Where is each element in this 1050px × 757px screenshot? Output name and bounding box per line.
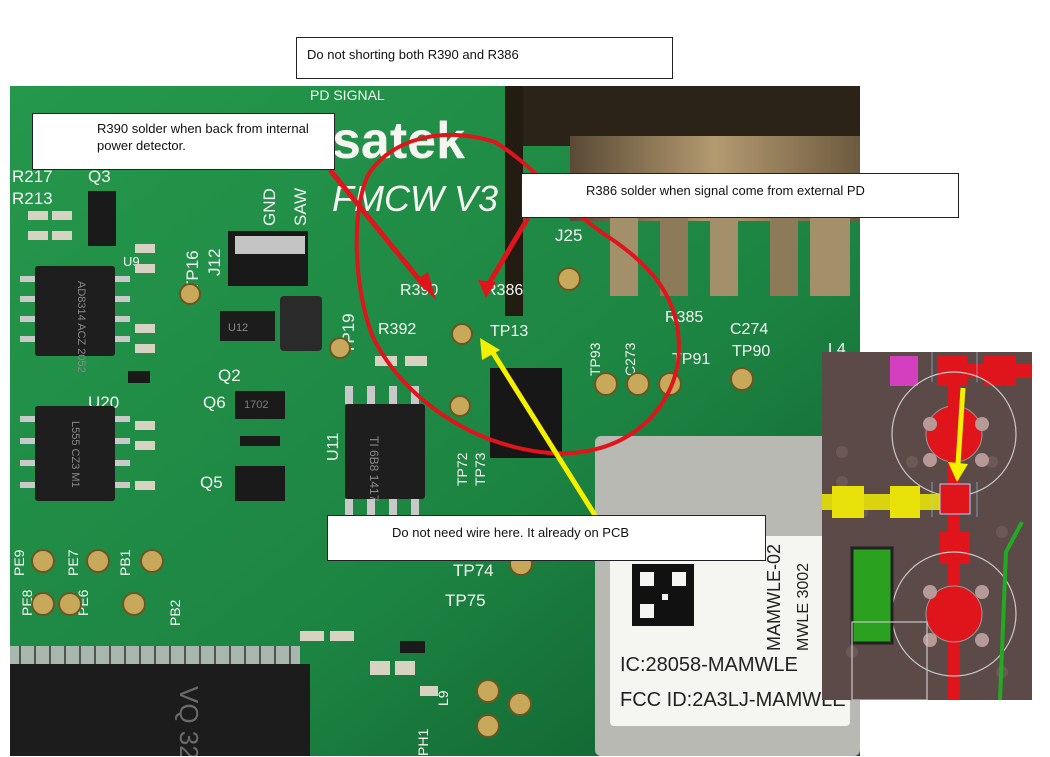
green-pad xyxy=(850,546,894,645)
callout-r390: R390 solder when back from internal powe… xyxy=(32,113,335,170)
silk-tp93: TP93 xyxy=(587,342,603,376)
brand-label: satek xyxy=(332,112,465,170)
silk-ph1: PH1 xyxy=(415,729,431,756)
svg-text:TI 6B8 1417: TI 6B8 1417 xyxy=(367,436,381,502)
ic-q6-transistor: 1702 xyxy=(235,391,285,419)
silk-pe7: PE7 xyxy=(65,549,81,576)
silk-r386: R386 xyxy=(485,282,523,299)
silk-pb1: PB1 xyxy=(117,549,133,576)
silk-tp91: TP91 xyxy=(672,351,710,368)
silk-r213: R213 xyxy=(12,189,53,208)
silk-r385: R385 xyxy=(665,309,703,326)
silk-pd-signal: PD SIGNAL xyxy=(310,87,385,103)
silk-gnd: GND xyxy=(260,188,279,226)
callout-wire-text: Do not need wire here. It already on PCB xyxy=(392,525,630,540)
callout-r390-text: R390 solder when back from internal powe… xyxy=(97,121,309,153)
ic-l555: L555 CZ3 M1 xyxy=(20,406,130,501)
module-fcc-id: FCC ID:2A3LJ-MAMWLE xyxy=(620,689,846,711)
silk-saw: SAW xyxy=(291,188,310,226)
silk-q2: Q2 xyxy=(218,366,241,385)
silk-r392: R392 xyxy=(378,321,416,338)
silk-q6: Q6 xyxy=(203,393,226,412)
model-label: FMCW V3 xyxy=(332,178,498,219)
magenta-pad xyxy=(890,356,918,386)
silk-j12: J12 xyxy=(205,249,224,276)
header-block xyxy=(490,368,562,458)
ic-u11: TI 6B8 1417 xyxy=(345,386,425,517)
svg-text:1702: 1702 xyxy=(244,399,268,411)
silk-tp74: TP74 xyxy=(453,561,494,580)
callout-r386-text: R386 solder when signal come from extern… xyxy=(586,183,865,198)
silk-pb2: PB2 xyxy=(167,599,183,626)
mcu-chip: VQ 327 xyxy=(10,646,310,756)
svg-text:AD8314 ACZ 2052: AD8314 ACZ 2052 xyxy=(75,281,87,373)
svg-text:MWLE 3002: MWLE 3002 xyxy=(795,563,812,651)
pcb-layout-inset xyxy=(822,352,1032,700)
silk-q5: Q5 xyxy=(200,473,223,492)
silk-tp75: TP75 xyxy=(445,591,486,610)
callout-do-not-short: Do not shorting both R390 and R386 xyxy=(296,37,673,79)
svg-text:U12: U12 xyxy=(228,322,248,334)
svg-text:VQ 327: VQ 327 xyxy=(174,686,204,756)
silk-j25: J25 xyxy=(555,226,582,245)
callout-wire: Do not need wire here. It already on PCB xyxy=(327,515,766,561)
silk-tp13: TP13 xyxy=(490,323,528,340)
silk-tp73: TP73 xyxy=(472,452,488,486)
ic-q3-transistor xyxy=(88,191,116,246)
silk-c273: C273 xyxy=(622,342,638,376)
callout-r386: R386 solder when signal come from extern… xyxy=(521,173,959,218)
callout-do-not-short-text: Do not shorting both R390 and R386 xyxy=(307,47,519,62)
ic-q5-transistor xyxy=(235,466,285,501)
silk-tp72: TP72 xyxy=(454,452,470,486)
silk-tp90: TP90 xyxy=(732,343,770,360)
svg-text:L555 CZ3 M1: L555 CZ3 M1 xyxy=(69,421,81,488)
module-ic-id: IC:28058-MAMWLE xyxy=(620,654,798,676)
silk-c274: C274 xyxy=(730,321,768,338)
svg-text:MAMWLE-02: MAMWLE-02 xyxy=(764,544,784,651)
ic-u12: U12 xyxy=(220,311,275,341)
wireless-module: MAMWLE-02 MWLE 3002 IC:28058-MAMWLE FCC … xyxy=(595,436,860,756)
silk-pe9: PE9 xyxy=(11,549,27,576)
silk-u11: U11 xyxy=(325,433,342,461)
silk-r390: R390 xyxy=(400,282,438,299)
